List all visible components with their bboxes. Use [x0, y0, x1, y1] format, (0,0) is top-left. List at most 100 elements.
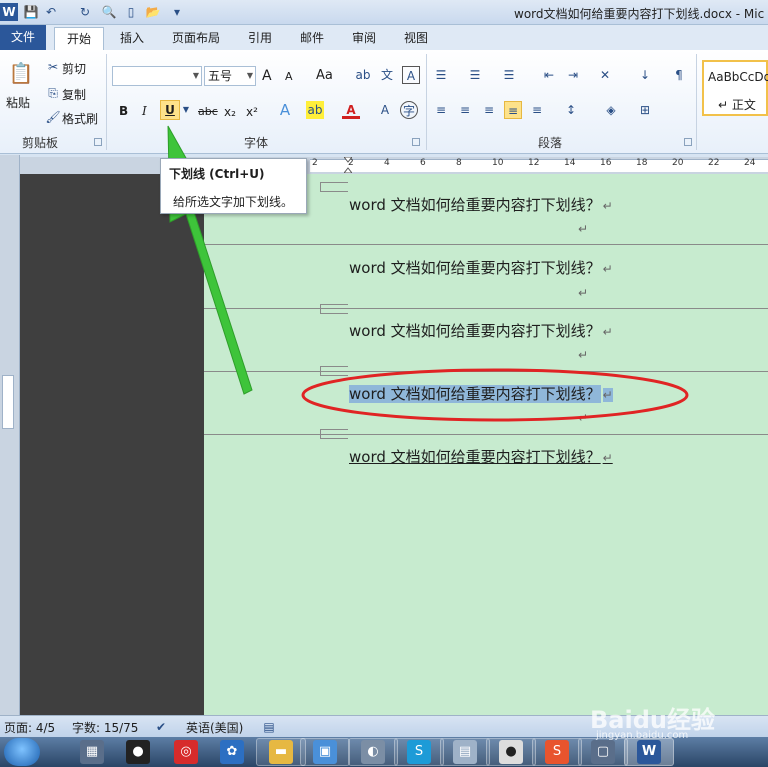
ruler-tick-label: 20 — [672, 158, 684, 168]
clear-formatting-icon[interactable]: ab — [354, 66, 372, 84]
ruler-tick-label: 24 — [744, 158, 756, 168]
text-effects-icon[interactable]: A — [276, 101, 294, 119]
taskbar: ▦ ● ◎ ✿ ▬ ▣ ◐ S ▤ ● S ▢ W — [0, 737, 768, 767]
taskbar-button-window[interactable]: ▢ — [578, 738, 628, 766]
tab-page-layout[interactable]: 页面布局 — [164, 27, 228, 50]
font-size-combo[interactable]: 五号 ▼ — [204, 66, 256, 86]
paste-button[interactable]: 粘贴 — [6, 94, 30, 111]
indent-marker-icon[interactable] — [342, 156, 354, 174]
qq-icon[interactable]: ● — [126, 740, 150, 764]
copy-button[interactable]: 复制 — [62, 86, 86, 103]
document-line-2[interactable]: word 文档如何给重要内容打下划线？ ↵ — [349, 257, 613, 278]
align-center-icon[interactable]: ≡ — [456, 101, 474, 119]
format-painter-button[interactable]: 格式刷 — [62, 110, 98, 127]
subscript-button[interactable]: x₂ — [224, 105, 236, 119]
italic-button[interactable]: I — [142, 104, 147, 118]
taskbar-button-app[interactable]: ◐ — [348, 738, 398, 766]
multilevel-list-icon[interactable]: ☰ — [500, 66, 518, 84]
font-launcher-icon[interactable] — [412, 138, 420, 146]
print-preview-icon[interactable]: 🔍 — [100, 3, 118, 21]
shrink-font-button[interactable]: A — [285, 70, 293, 83]
document-line-1[interactable]: word 文档如何给重要内容打下划线？ ↵ — [349, 194, 613, 215]
shading-icon[interactable]: ◈ — [602, 101, 620, 119]
phonetic-guide-icon[interactable]: 文 — [378, 66, 396, 84]
ruler-tick-label: 22 — [708, 158, 720, 168]
start-button[interactable] — [4, 738, 40, 766]
tab-file[interactable]: 文件 — [0, 25, 46, 50]
page-count[interactable]: 页面: 4/5 — [4, 719, 55, 736]
cut-icon[interactable]: ✂ — [44, 58, 62, 76]
language-indicator[interactable]: 英语(美国) — [186, 719, 243, 736]
taskbar-button-sogou[interactable]: S — [532, 738, 582, 766]
page-break-line — [204, 308, 768, 309]
document-line-3[interactable]: word 文档如何给重要内容打下划线？ ↵ — [349, 320, 613, 341]
format-painter-icon[interactable]: 🖌 — [44, 108, 62, 126]
font-color-icon[interactable]: A — [342, 101, 360, 119]
tooltip-title: 下划线 (Ctrl+U) — [169, 167, 265, 181]
style-normal-tile[interactable]: AaBbCcDd ↵ 正文 — [702, 60, 768, 116]
customize-qat-icon[interactable]: ▾ — [168, 3, 186, 21]
bold-button[interactable]: B — [119, 104, 128, 118]
proofing-icon[interactable]: ✔ — [152, 718, 170, 736]
redo-icon[interactable]: ↻ — [76, 3, 94, 21]
taskbar-button-qq[interactable]: ● — [486, 738, 536, 766]
tab-review[interactable]: 审阅 — [342, 27, 386, 50]
tab-mailings[interactable]: 邮件 — [290, 27, 334, 50]
new-document-icon[interactable]: ▯ — [122, 3, 140, 21]
character-border-icon[interactable]: A — [402, 66, 420, 84]
superscript-button[interactable]: x² — [246, 105, 258, 119]
highlight-color-icon[interactable]: ab — [306, 101, 324, 119]
netease-music-icon[interactable]: ◎ — [174, 740, 198, 764]
sort-icon[interactable]: ↓ — [636, 66, 654, 84]
tab-home[interactable]: 开始 — [54, 27, 104, 50]
numbering-icon[interactable]: ☰ — [466, 66, 484, 84]
distributed-icon[interactable]: ≡ — [528, 101, 546, 119]
media-player-icon[interactable]: ✿ — [220, 740, 244, 764]
borders-icon[interactable]: ⊞ — [636, 101, 654, 119]
save-icon[interactable]: 💾 — [22, 3, 40, 21]
paragraph-launcher-icon[interactable] — [684, 138, 692, 146]
open-folder-icon[interactable]: 📂 — [144, 3, 162, 21]
paragraph-mark: ↵ — [602, 262, 613, 276]
bullets-icon[interactable]: ☰ — [432, 66, 450, 84]
enclose-characters-icon[interactable]: 字 — [400, 101, 418, 119]
taskbar-button-word[interactable]: W — [624, 738, 674, 766]
taskbar-button-explorer[interactable]: ▬ — [256, 738, 306, 766]
document-page[interactable]: word 文档如何给重要内容打下划线？ ↵ ↵ word 文档如何给重要内容打下划… — [204, 174, 768, 715]
taskbar-button-photo[interactable]: ▣ — [300, 738, 350, 766]
justify-icon[interactable]: ≡ — [504, 101, 522, 119]
line-spacing-icon[interactable]: ↕ — [562, 101, 580, 119]
photo-viewer-icon: ▣ — [313, 740, 337, 764]
word-count[interactable]: 字数: 15/75 — [72, 719, 138, 736]
word-app-icon[interactable]: W — [0, 3, 18, 21]
ruler-tick-label: 12 — [528, 158, 540, 168]
clipboard-launcher-icon[interactable] — [94, 138, 102, 146]
horizontal-ruler[interactable]: L 224681012141618202224 — [2, 156, 768, 174]
increase-indent-icon[interactable]: ⇥ — [564, 66, 582, 84]
chevron-down-icon[interactable]: ▼ — [181, 101, 191, 119]
font-name-combo[interactable]: ▼ — [112, 66, 202, 86]
macro-icon[interactable]: ▤ — [260, 718, 278, 736]
cut-button[interactable]: 剪切 — [62, 60, 86, 77]
underline-button[interactable]: U — [160, 100, 180, 120]
show-marks-icon[interactable]: ¶ — [670, 66, 688, 84]
asian-layout-icon[interactable]: ✕ — [596, 66, 614, 84]
taskbar-button-skype[interactable]: S — [394, 738, 444, 766]
document-line-5-underlined[interactable]: word 文档如何给重要内容打下划线？ ↵ — [349, 446, 613, 467]
character-shading-icon[interactable]: A — [376, 101, 394, 119]
undo-icon[interactable]: ↶ — [42, 3, 60, 21]
decrease-indent-icon[interactable]: ⇤ — [540, 66, 558, 84]
strikethrough-button[interactable]: abc — [198, 105, 218, 118]
change-case-button[interactable]: Aa — [316, 68, 333, 83]
vertical-ruler[interactable] — [0, 155, 20, 715]
paste-icon[interactable]: 📋 — [8, 58, 34, 88]
tab-insert[interactable]: 插入 — [110, 27, 154, 50]
grow-font-button[interactable]: A — [262, 68, 272, 84]
tab-references[interactable]: 引用 — [238, 27, 282, 50]
align-right-icon[interactable]: ≡ — [480, 101, 498, 119]
calculator-icon[interactable]: ▦ — [80, 740, 104, 764]
align-left-icon[interactable]: ≡ — [432, 101, 450, 119]
copy-icon[interactable]: ⎘ — [44, 84, 62, 102]
tab-view[interactable]: 视图 — [394, 27, 438, 50]
taskbar-button-notepad[interactable]: ▤ — [440, 738, 490, 766]
